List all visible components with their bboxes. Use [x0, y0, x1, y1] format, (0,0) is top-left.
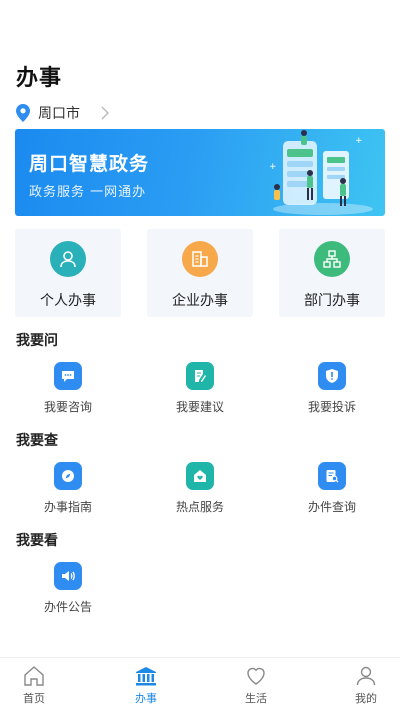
banner-subtitle: 政务服务 一网通办: [29, 185, 147, 200]
speaker-icon: [54, 562, 82, 590]
government-building-icon: [136, 667, 156, 686]
org-chart-icon: [314, 241, 350, 277]
chat-icon: [54, 362, 82, 390]
svg-text:+: +: [269, 162, 277, 172]
home-icon: [24, 666, 44, 686]
doc-search-icon: [318, 462, 346, 490]
service-label: 热点服务: [175, 500, 224, 514]
person-icon: [50, 241, 86, 277]
chevron-right-icon: [101, 106, 110, 120]
service-consult[interactable]: 我要咨询: [23, 362, 113, 415]
service-complain[interactable]: 我要投诉: [287, 362, 377, 415]
card-department[interactable]: 部门办事: [279, 229, 385, 317]
service-case-query[interactable]: 办件查询: [287, 462, 377, 515]
service-hot[interactable]: 热点服务: [155, 462, 245, 515]
banner-illustration: + +: [269, 130, 373, 215]
building-icon: [182, 241, 218, 277]
tab-label: 我的: [355, 692, 377, 705]
card-personal[interactable]: 个人办事: [15, 229, 121, 317]
svg-text:+: +: [355, 136, 363, 146]
compass-icon: [54, 462, 82, 490]
tab-home[interactable]: 首页: [4, 664, 64, 706]
service-guide[interactable]: 办事指南: [23, 462, 113, 515]
banner-title: 周口智慧政务: [29, 153, 150, 175]
location-city: 周口市: [38, 106, 80, 122]
promo-banner[interactable]: 周口智慧政务 政务服务 一网通办 + +: [15, 129, 385, 216]
tab-label: 办事: [135, 692, 157, 705]
section-title-view: 我要看: [16, 533, 58, 549]
location-pin-icon: [16, 104, 30, 122]
service-suggest[interactable]: 我要建议: [155, 362, 245, 415]
section-query-row: 办事指南 热点服务 办件查询: [0, 462, 400, 522]
tab-label: 首页: [23, 692, 45, 705]
service-label: 办事指南: [43, 500, 92, 514]
user-icon: [356, 666, 376, 686]
section-title-query: 我要查: [16, 433, 58, 449]
shield-alert-icon: [318, 362, 346, 390]
service-label: 我要投诉: [307, 400, 356, 414]
service-label: 办件公告: [43, 600, 92, 614]
tab-label: 生活: [245, 692, 267, 705]
location-selector[interactable]: 周口市: [16, 103, 110, 123]
service-label: 我要咨询: [43, 400, 92, 414]
home-heart-icon: [186, 462, 214, 490]
tab-services[interactable]: 办事: [116, 664, 176, 706]
section-ask-row: 我要咨询 我要建议 我要投诉: [0, 362, 400, 422]
service-label: 我要建议: [175, 400, 224, 414]
section-view-row: 办件公告: [0, 562, 400, 622]
tab-profile[interactable]: 我的: [336, 664, 396, 706]
card-enterprise[interactable]: 企业办事: [147, 229, 253, 317]
service-announcement[interactable]: 办件公告: [23, 562, 113, 615]
bottom-tab-bar: 首页 办事 生活 我的: [0, 657, 400, 711]
service-label: 办件查询: [307, 500, 356, 514]
edit-doc-icon: [186, 362, 214, 390]
tab-life[interactable]: 生活: [226, 664, 286, 706]
heart-icon: [247, 667, 265, 685]
service-category-cards: 个人办事 企业办事 部门办事: [15, 229, 385, 317]
card-label: 企业办事: [172, 293, 228, 309]
card-label: 部门办事: [304, 293, 360, 309]
card-label: 个人办事: [40, 293, 96, 309]
page-title: 办事: [16, 66, 63, 91]
section-title-ask: 我要问: [16, 333, 58, 349]
